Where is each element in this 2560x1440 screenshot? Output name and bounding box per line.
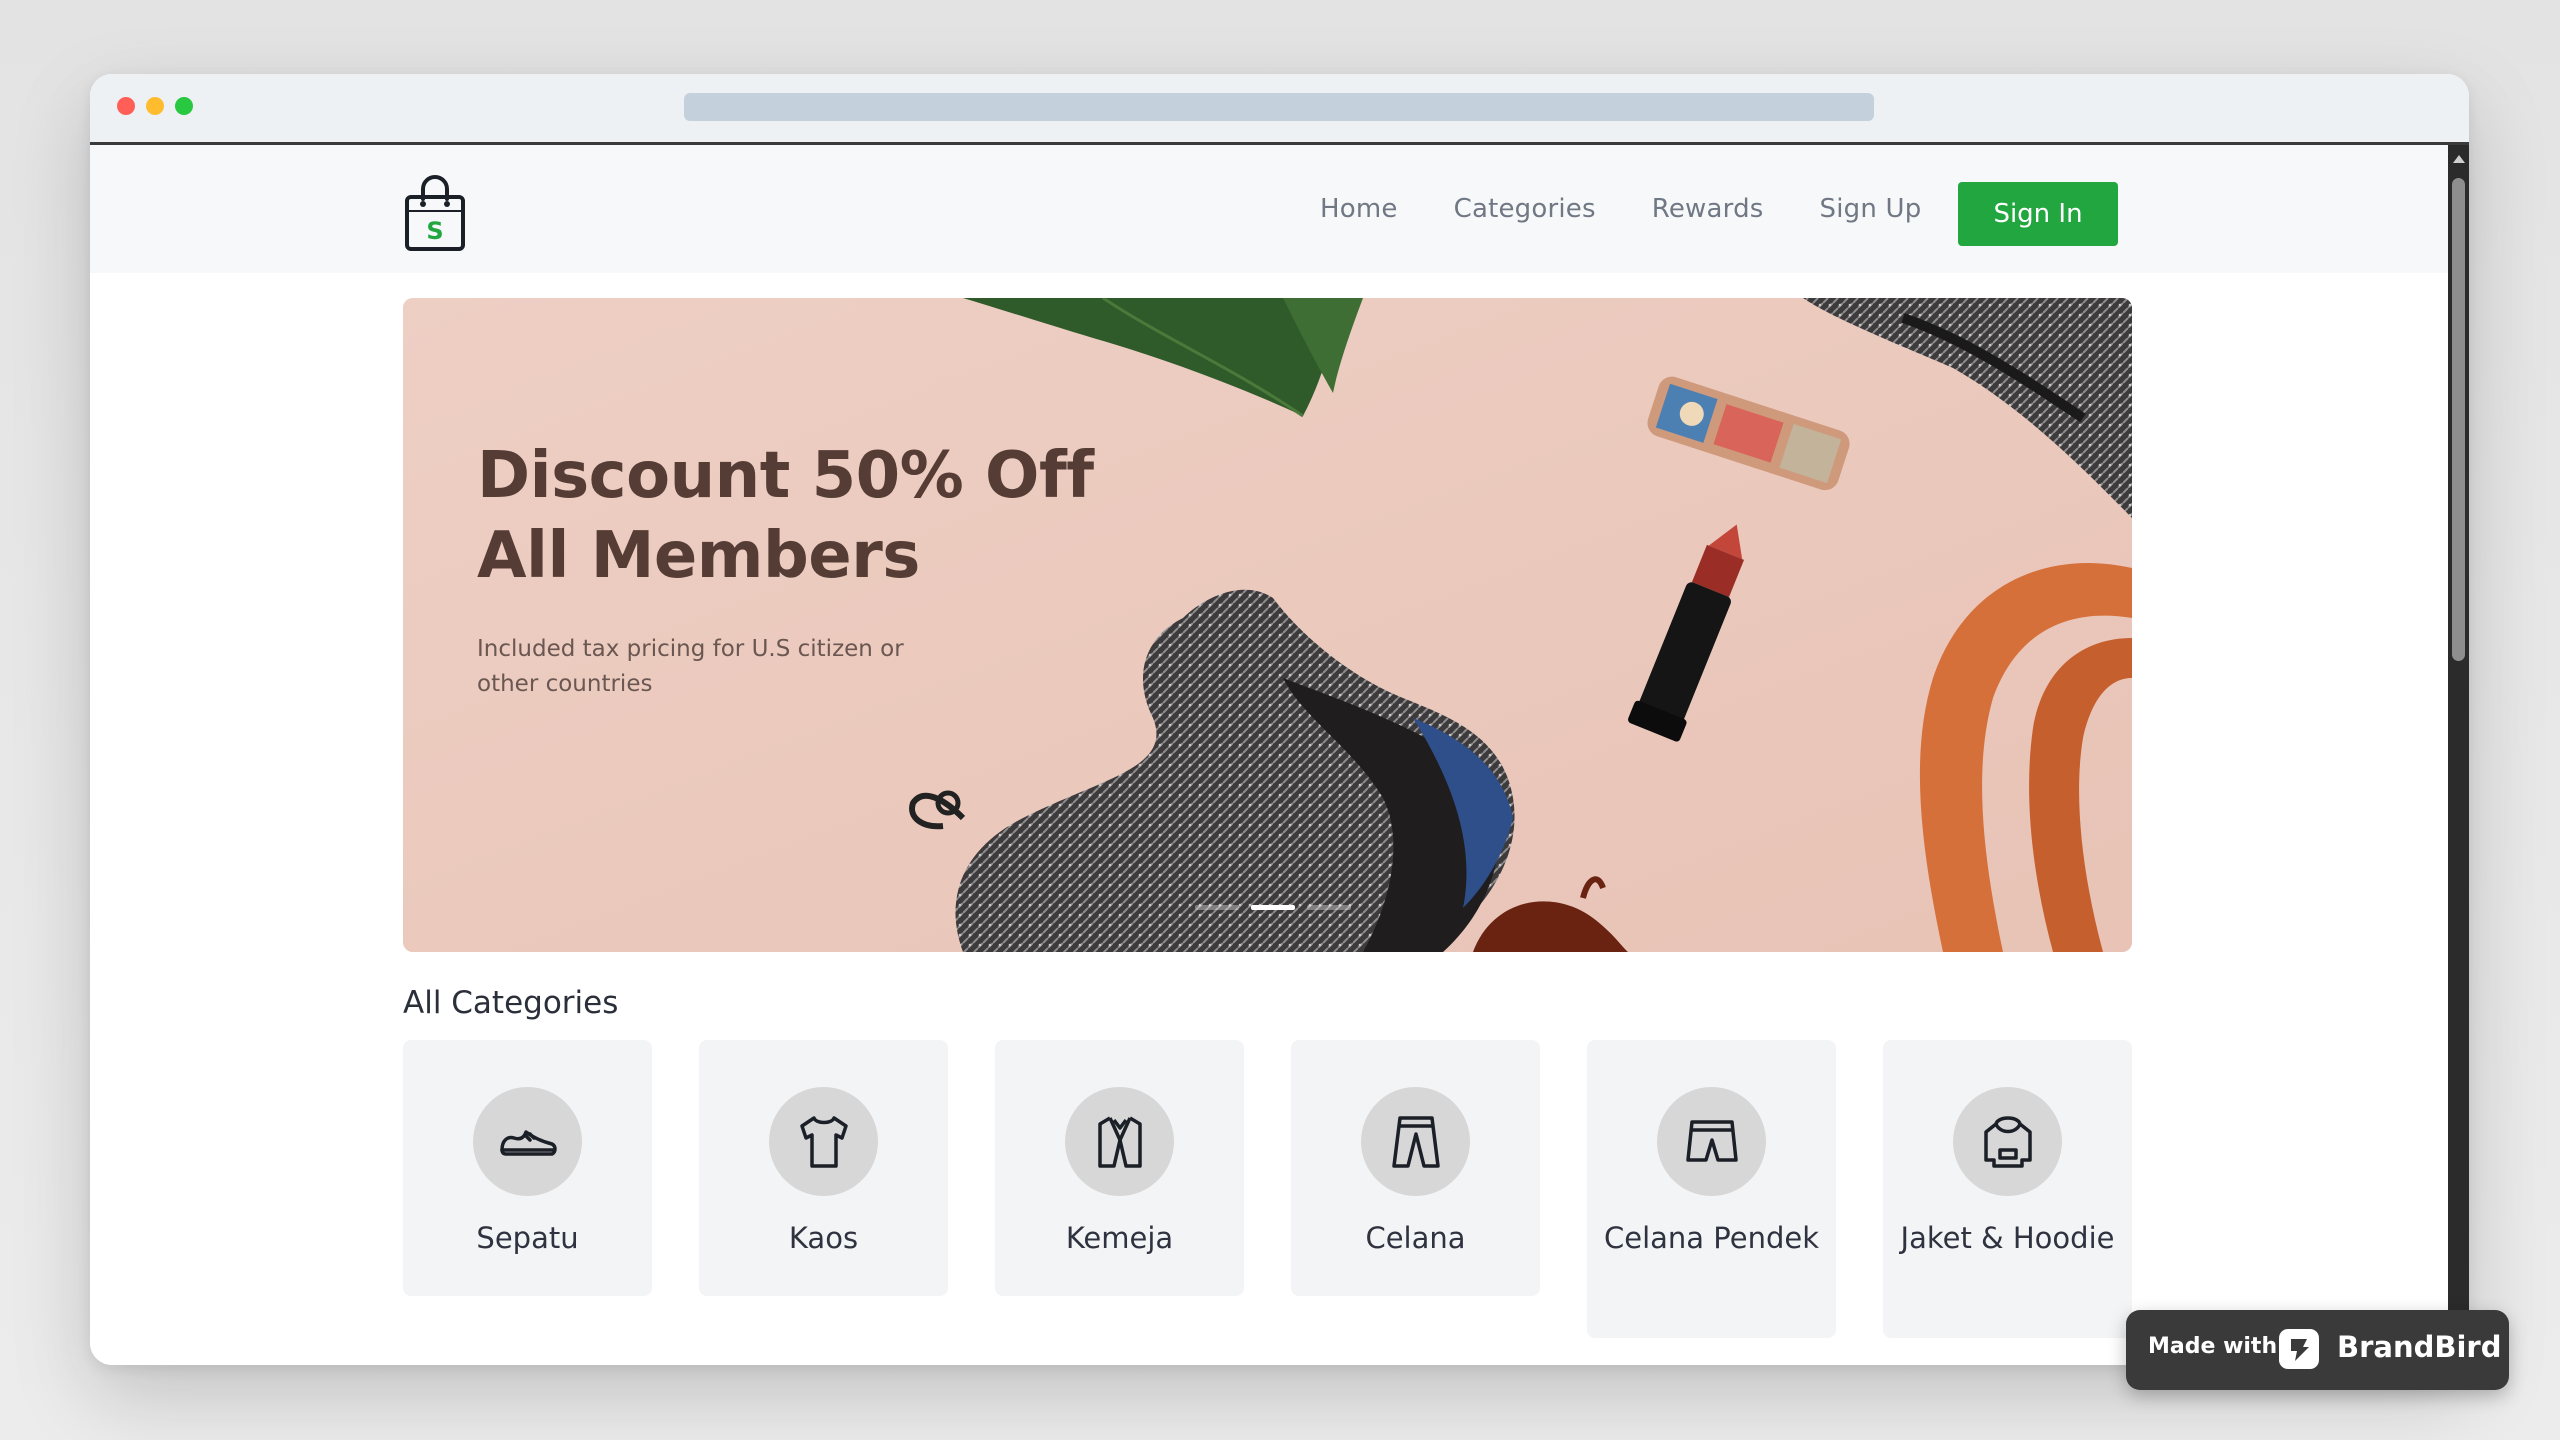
hero-subtitle: Included tax pricing for U.S citizen or … bbox=[477, 636, 904, 697]
hero-product-image bbox=[403, 298, 2132, 952]
browser-window: S Home Categories Rewards Sign Up Sign I… bbox=[90, 74, 2469, 1365]
brandbird-text: BrandBird bbox=[2337, 1330, 2502, 1364]
category-label: Celana Pendek bbox=[1603, 1221, 1819, 1255]
category-icon-circle bbox=[1361, 1087, 1470, 1196]
shoe-icon bbox=[499, 1129, 557, 1156]
category-card-jaket-hoodie[interactable]: Jaket & Hoodie bbox=[1883, 1040, 2132, 1338]
minimize-window-button[interactable] bbox=[146, 97, 164, 115]
category-icon-circle bbox=[473, 1087, 582, 1196]
close-window-button[interactable] bbox=[117, 97, 135, 115]
category-list: Sepatu Kaos Kemeja Celana Celana Pendek … bbox=[403, 1040, 2132, 1340]
slider-dot-3[interactable] bbox=[1307, 905, 1351, 910]
brandbird-logo-icon bbox=[2279, 1329, 2319, 1369]
nav-sign-up[interactable]: Sign Up bbox=[1820, 194, 1922, 224]
logo-letter: S bbox=[426, 217, 443, 245]
category-icon-circle bbox=[1953, 1087, 2062, 1196]
shopping-bag-logo-icon[interactable]: S bbox=[403, 173, 467, 253]
made-with-badge[interactable]: Made with BrandBird bbox=[2126, 1310, 2509, 1390]
hero-title-line-2: All Members bbox=[477, 519, 920, 593]
hoodie-icon bbox=[1983, 1115, 2032, 1168]
category-label: Kemeja bbox=[1065, 1221, 1174, 1255]
category-icon-circle bbox=[769, 1087, 878, 1196]
category-card-sepatu[interactable]: Sepatu bbox=[403, 1040, 652, 1296]
shorts-icon bbox=[1685, 1119, 1738, 1162]
navbar: S Home Categories Rewards Sign Up Sign I… bbox=[90, 145, 2448, 273]
scroll-up-arrow-icon[interactable] bbox=[2453, 155, 2465, 163]
page-viewport: S Home Categories Rewards Sign Up Sign I… bbox=[90, 145, 2448, 1365]
slider-dot-2[interactable] bbox=[1251, 905, 1295, 910]
vertical-scrollbar[interactable] bbox=[2448, 145, 2469, 1365]
scrollbar-thumb[interactable] bbox=[2452, 178, 2465, 661]
shirt-icon bbox=[1097, 1115, 1142, 1168]
hero-title-line-1: Discount 50% Off bbox=[477, 439, 1094, 513]
tshirt-icon bbox=[799, 1115, 848, 1168]
nav-home[interactable]: Home bbox=[1320, 194, 1398, 224]
pants-icon bbox=[1391, 1115, 1440, 1168]
category-label: Jaket & Hoodie bbox=[1900, 1221, 2115, 1255]
made-with-text: Made with bbox=[2148, 1334, 2278, 1359]
nav-categories[interactable]: Categories bbox=[1454, 194, 1596, 224]
category-label: Kaos bbox=[788, 1221, 859, 1255]
category-card-celana-pendek[interactable]: Celana Pendek bbox=[1587, 1040, 1836, 1338]
category-icon-circle bbox=[1657, 1087, 1766, 1196]
category-card-celana[interactable]: Celana bbox=[1291, 1040, 1540, 1296]
main-nav: Home Categories Rewards Sign Up bbox=[1320, 145, 1921, 273]
address-bar[interactable] bbox=[684, 93, 1874, 121]
browser-titlebar bbox=[90, 74, 2469, 145]
slider-indicators bbox=[1195, 905, 1351, 910]
slider-dot-1[interactable] bbox=[1195, 905, 1239, 910]
categories-title: All Categories bbox=[403, 985, 619, 1021]
category-icon-circle bbox=[1065, 1087, 1174, 1196]
category-card-kemeja[interactable]: Kemeja bbox=[995, 1040, 1244, 1296]
sign-in-button[interactable]: Sign In bbox=[1958, 182, 2118, 246]
category-card-kaos[interactable]: Kaos bbox=[699, 1040, 948, 1296]
maximize-window-button[interactable] bbox=[175, 97, 193, 115]
category-label: Celana bbox=[1365, 1221, 1466, 1255]
nav-rewards[interactable]: Rewards bbox=[1652, 194, 1764, 224]
hero-banner[interactable]: Discount 50% Off All Members Included ta… bbox=[403, 298, 2132, 952]
hero-title: Discount 50% Off All Members bbox=[477, 436, 1094, 596]
category-label: Sepatu bbox=[476, 1221, 579, 1255]
